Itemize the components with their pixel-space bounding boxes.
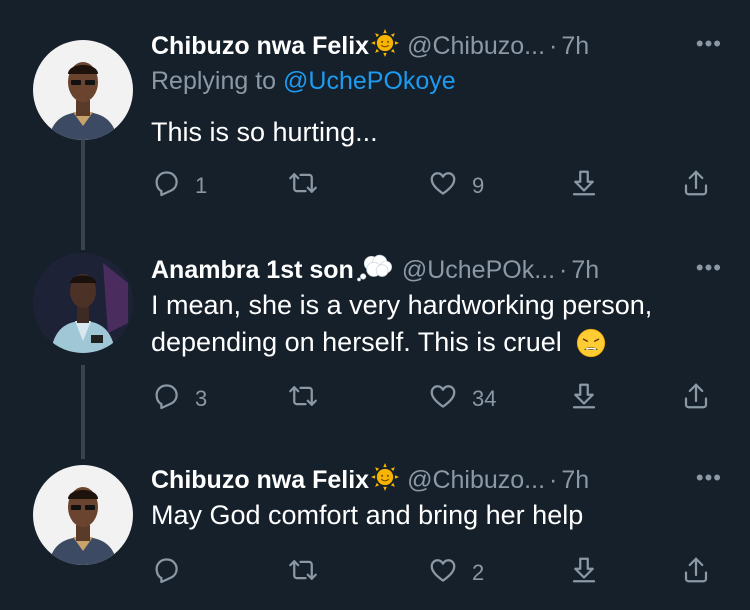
reply-button[interactable]: 1 bbox=[151, 168, 207, 204]
like-count: 34 bbox=[472, 386, 497, 411]
tweet[interactable]: Anambra 1st son @UchePOk... · 7h ••• I m… bbox=[0, 220, 750, 450]
tweet-text-line: I mean, she is a very hardworking person… bbox=[151, 290, 653, 320]
thought-bubble-emoji-icon bbox=[356, 252, 394, 289]
mention-link[interactable]: @UchePOkoye bbox=[283, 67, 456, 95]
like-button[interactable]: 2 bbox=[428, 555, 484, 591]
avatar[interactable] bbox=[33, 465, 133, 565]
download-button[interactable] bbox=[569, 168, 599, 204]
reply-button[interactable]: 3 bbox=[151, 381, 207, 417]
share-icon bbox=[681, 381, 711, 417]
avatar[interactable] bbox=[33, 253, 133, 353]
tweet-actions: 3 34 bbox=[151, 381, 720, 417]
timestamp[interactable]: 7h bbox=[561, 32, 589, 61]
display-name[interactable]: Chibuzo nwa Felix bbox=[151, 466, 369, 495]
retweet-button[interactable] bbox=[288, 168, 332, 204]
sun-emoji-icon bbox=[371, 463, 399, 498]
tweet-actions: 1 9 bbox=[151, 168, 720, 204]
tweet-text: I mean, she is a very hardworking person… bbox=[151, 287, 722, 361]
share-icon bbox=[681, 168, 711, 204]
like-count: 2 bbox=[472, 560, 485, 585]
share-button[interactable] bbox=[681, 381, 711, 417]
reply-count: 1 bbox=[195, 173, 208, 198]
avatar[interactable] bbox=[33, 40, 133, 140]
share-button[interactable] bbox=[681, 555, 711, 591]
reply-icon bbox=[151, 555, 181, 591]
display-name[interactable]: Chibuzo nwa Felix bbox=[151, 32, 369, 61]
user-handle[interactable]: @Chibuzo... bbox=[407, 466, 545, 495]
replying-to: Replying to @UchePOkoye bbox=[151, 63, 722, 99]
timestamp[interactable]: 7h bbox=[571, 256, 599, 285]
download-button[interactable] bbox=[569, 381, 599, 417]
like-button[interactable]: 34 bbox=[428, 381, 496, 417]
separator-dot: · bbox=[559, 255, 568, 284]
tweet-text-line: depending on herself. This is cruel bbox=[151, 327, 562, 357]
heart-icon bbox=[428, 381, 458, 417]
download-icon bbox=[569, 168, 599, 204]
replying-to-label: Replying to bbox=[151, 67, 284, 95]
download-icon bbox=[569, 381, 599, 417]
weary-face-emoji-icon bbox=[576, 328, 606, 358]
more-options-icon[interactable]: ••• bbox=[696, 29, 722, 63]
user-handle[interactable]: @UchePOk... bbox=[402, 256, 555, 285]
reply-icon bbox=[151, 381, 181, 417]
retweet-icon bbox=[288, 168, 318, 204]
reply-icon bbox=[151, 168, 181, 204]
user-handle[interactable]: @Chibuzo... bbox=[407, 32, 545, 61]
more-options-icon[interactable]: ••• bbox=[696, 463, 722, 497]
reply-button[interactable] bbox=[151, 555, 195, 591]
like-button[interactable]: 9 bbox=[428, 168, 484, 204]
tweet-actions: 2 bbox=[151, 555, 720, 591]
tweet-text: May God comfort and bring her help bbox=[151, 500, 584, 530]
tweet[interactable]: Chibuzo nwa Felix @Chibuzo... · 7h ••• M… bbox=[0, 450, 750, 610]
heart-icon bbox=[428, 168, 458, 204]
retweet-icon bbox=[288, 555, 318, 591]
share-button[interactable] bbox=[681, 168, 711, 204]
sun-emoji-icon bbox=[371, 29, 399, 64]
download-button[interactable] bbox=[569, 555, 599, 591]
like-count: 9 bbox=[472, 173, 485, 198]
retweet-button[interactable] bbox=[288, 381, 332, 417]
separator-dot: · bbox=[549, 31, 558, 60]
separator-dot: · bbox=[549, 465, 558, 494]
download-icon bbox=[569, 555, 599, 591]
retweet-button[interactable] bbox=[288, 555, 332, 591]
timestamp[interactable]: 7h bbox=[561, 466, 589, 495]
share-icon bbox=[681, 555, 711, 591]
more-options-icon[interactable]: ••• bbox=[696, 253, 722, 287]
retweet-icon bbox=[288, 381, 318, 417]
reply-count: 3 bbox=[195, 386, 208, 411]
tweet[interactable]: Chibuzo nwa Felix @Chibuzo... · 7h ••• R… bbox=[0, 0, 750, 220]
heart-icon bbox=[428, 555, 458, 591]
tweet-text: This is so hurting... bbox=[151, 117, 378, 147]
display-name[interactable]: Anambra 1st son bbox=[151, 256, 354, 285]
